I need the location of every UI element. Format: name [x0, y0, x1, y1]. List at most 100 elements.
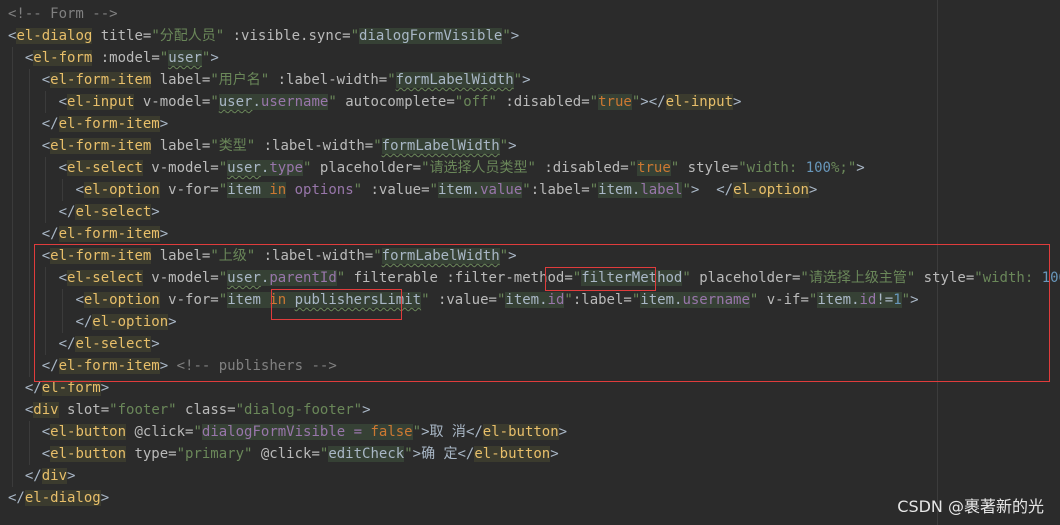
indent-guide [28, 223, 30, 245]
code-token: < [58, 160, 68, 176]
code-line: <!-- Form --> [8, 3, 118, 25]
indent-guide [28, 113, 30, 135]
code-token: . [471, 182, 481, 198]
indent-guide [12, 311, 14, 333]
highlight-box-filter-method [545, 267, 656, 291]
indent-guide [28, 267, 30, 289]
code-token: el-form [41, 380, 101, 396]
indent-guide [12, 421, 14, 443]
code-token: > [856, 160, 865, 176]
code-token: "dialog-footer" [235, 402, 363, 418]
code-token: > [210, 50, 219, 66]
code-token: </ [465, 424, 483, 440]
code-token: </ [24, 380, 42, 396]
code-token: > [159, 226, 169, 242]
indent-guide [28, 135, 30, 157]
code-token: > [100, 380, 110, 396]
code-token: " [589, 182, 599, 198]
code-token: @click= [252, 446, 320, 462]
indent-guide [45, 91, 47, 113]
code-token: el-button [482, 424, 559, 440]
code-token: v-model= [134, 94, 211, 110]
indent-guide [28, 69, 30, 91]
code-token: " [353, 182, 363, 198]
indent-guide [28, 443, 30, 465]
watermark: CSDN @裹著新的光 [897, 497, 1044, 516]
code-token: < [41, 446, 51, 462]
indent-guide [12, 179, 14, 201]
indent-guide [28, 421, 30, 443]
code-token: item [437, 182, 472, 198]
code-token: el-dialog [16, 28, 93, 44]
indent-guide [12, 267, 14, 289]
code-token: :value= [362, 182, 430, 198]
indent-guide [28, 157, 30, 179]
code-token: > [362, 402, 371, 418]
code-line: <el-select v-model="user.type" placehold… [8, 157, 865, 179]
code-token: > [733, 94, 742, 110]
indent-guide [28, 289, 30, 311]
code-token: item [227, 182, 270, 198]
indent-guide [12, 47, 14, 69]
code-token: :label-width= [255, 138, 374, 154]
code-token: " [404, 446, 413, 462]
code-line: <el-dialog title="分配人员" :visible.sync="d… [8, 25, 519, 47]
indent-guide [12, 355, 14, 377]
indent-guide [28, 179, 30, 201]
code-line: <el-form :model="user"> [8, 47, 219, 69]
code-token: " [682, 182, 691, 198]
code-token: > [151, 204, 160, 220]
indent-guide [12, 465, 14, 487]
code-token: el-option [733, 182, 809, 198]
indent-guide [12, 289, 14, 311]
code-token: " [193, 424, 202, 440]
code-line: <el-button type="primary" @click="editCh… [8, 443, 559, 465]
code-token: label= [151, 138, 211, 154]
code-token: < [41, 72, 51, 88]
indent-guide [12, 201, 14, 223]
indent-guide [12, 113, 14, 135]
indent-guide [28, 245, 30, 267]
code-token: user [218, 94, 253, 110]
code-editor[interactable]: <!-- Form --> < el-dialog title="分配人员" :vi… [0, 0, 1060, 525]
code-token: </ [457, 446, 475, 462]
code-token: " [502, 28, 511, 44]
code-token: el-dialog [24, 490, 101, 506]
code-token: v-for= [159, 182, 219, 198]
code-token: true [637, 160, 671, 176]
code-token: > [558, 424, 568, 440]
code-token: 确 定 [421, 446, 458, 462]
code-token: " [218, 182, 228, 198]
code-token: el-select [67, 160, 143, 176]
code-token: 取 消 [429, 424, 466, 440]
code-token: user [227, 160, 261, 176]
code-line: <div slot="footer" class="dialog-footer"… [8, 399, 371, 421]
code-token: "off" [454, 94, 497, 110]
code-token: " [670, 160, 680, 176]
code-token: < [41, 424, 51, 440]
code-token: el-form-item [58, 226, 160, 242]
code-token: " [513, 72, 523, 88]
code-token: :disabled= [496, 94, 590, 110]
code-token: "primary" [176, 446, 253, 462]
code-token: 100 [805, 160, 831, 176]
code-token: el-form-item [58, 116, 160, 132]
code-token: ></ [640, 94, 666, 110]
code-token: . [252, 94, 261, 110]
indent-guide [12, 91, 14, 113]
code-token: "类型" [210, 138, 256, 154]
code-token: div [41, 468, 68, 484]
indent-guide [12, 157, 14, 179]
indent-guide [28, 355, 30, 377]
code-token: " [628, 160, 638, 176]
code-line: </el-dialog> [8, 487, 109, 509]
indent-guide [12, 69, 14, 91]
code-token: true [598, 94, 632, 110]
code-token: "footer" [109, 402, 177, 418]
code-token: > [100, 490, 110, 506]
code-token: label [640, 182, 683, 198]
